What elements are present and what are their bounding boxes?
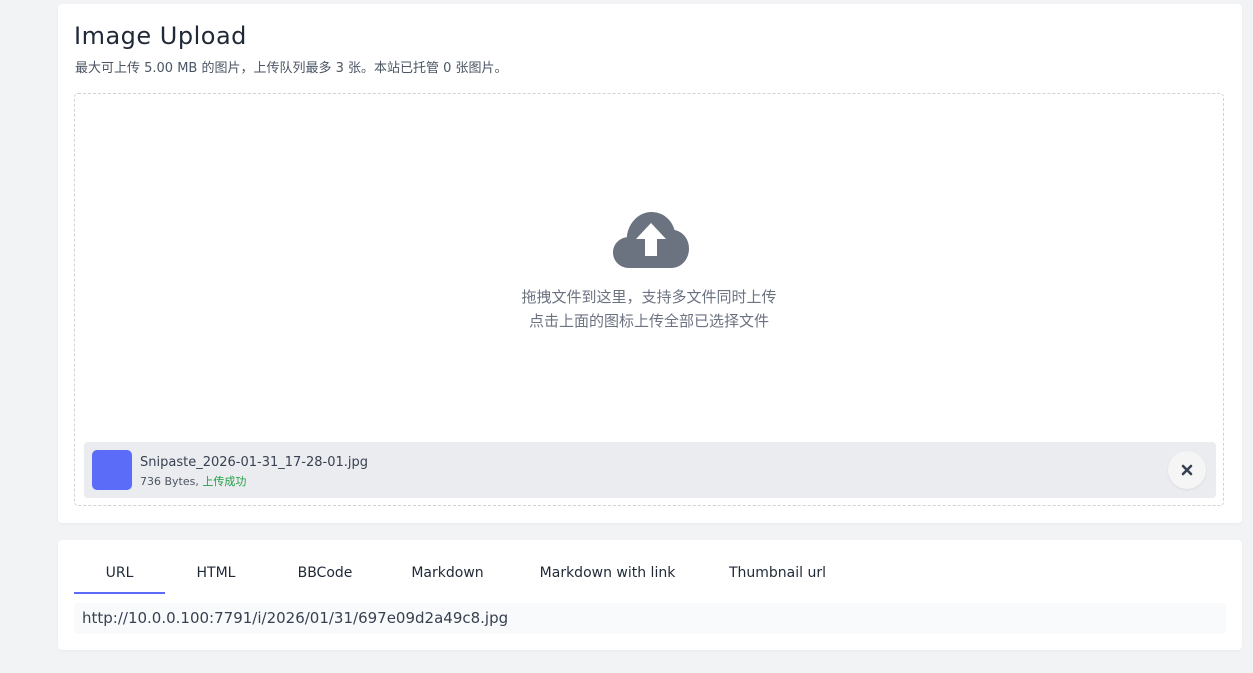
tab-markdown[interactable]: Markdown — [400, 558, 495, 594]
file-status: 上传成功 — [202, 475, 247, 488]
upload-dropzone[interactable]: 拖拽文件到这里，支持多文件同时上传 点击上面的图标上传全部已选择文件 Snipa… — [74, 93, 1224, 506]
tab-html[interactable]: HTML — [182, 558, 250, 594]
dropzone-hint: 拖拽文件到这里，支持多文件同时上传 — [521, 288, 777, 306]
file-thumbnail — [92, 450, 132, 490]
uploaded-file-item: Snipaste_2026-01-31_17-28-01.jpg 736 Byt… — [84, 442, 1216, 498]
tab-thumbnail-url[interactable]: Thumbnail url — [720, 558, 835, 594]
remove-file-button[interactable] — [1168, 451, 1206, 489]
cloud-upload-icon[interactable] — [613, 212, 689, 268]
upload-limits-text: 最大可上传 5.00 MB 的图片，上传队列最多 3 张。本站已托管 0 张图片… — [75, 61, 508, 76]
upload-card: Image Upload 最大可上传 5.00 MB 的图片，上传队列最多 3 … — [58, 4, 1242, 523]
tab-markdown-with-link[interactable]: Markdown with link — [530, 558, 685, 594]
file-name: Snipaste_2026-01-31_17-28-01.jpg — [140, 455, 368, 470]
tab-url[interactable]: URL — [74, 558, 165, 594]
file-size: 736 Bytes, — [140, 475, 199, 488]
links-card: URL HTML BBCode Markdown Markdown with l… — [58, 540, 1242, 650]
tab-bbcode[interactable]: BBCode — [286, 558, 364, 594]
dropzone-hint-click: 点击上面的图标上传全部已选择文件 — [528, 312, 769, 330]
page-title: Image Upload — [74, 22, 247, 50]
file-meta: 736 Bytes, 上传成功 — [140, 474, 246, 490]
link-output[interactable]: http://10.0.0.100:7791/i/2026/01/31/697e… — [74, 603, 1226, 634]
close-icon — [1181, 464, 1193, 476]
